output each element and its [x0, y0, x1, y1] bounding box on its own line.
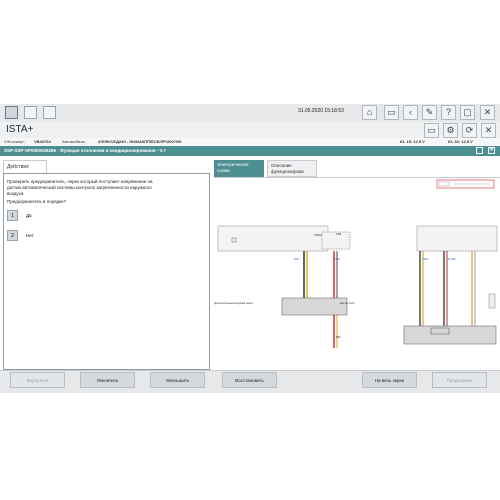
- tools-icon[interactable]: ✎: [422, 105, 437, 120]
- collapse-icon[interactable]: [476, 147, 483, 154]
- question: Предохранитель в порядке?: [7, 199, 67, 204]
- vehicle-info-bar: VIN-номер: VB40764 Автомобиль: 3'/E90/СЕ…: [0, 138, 500, 146]
- vin-value: VB40764: [34, 139, 51, 144]
- tab-2-icon[interactable]: [24, 106, 37, 119]
- diagram-label-2: F83: [336, 232, 342, 236]
- kl30-voltage: KL 30: 12.5 V: [448, 139, 473, 144]
- scroll-handle: [488, 293, 496, 309]
- datetime: 31.05.2020 15:18:53: [298, 108, 344, 114]
- module-box-right: [416, 225, 498, 252]
- print-icon[interactable]: ▭: [384, 105, 399, 120]
- answer-yes-label: Да: [26, 213, 32, 218]
- home-icon[interactable]: ⌂: [362, 105, 377, 120]
- app-titlebar: ISTA+ ▭ ⚙ ⟳ ✕: [0, 122, 500, 138]
- ssp-bar: SSP-SSP-SP0000026286 - Функция отопления…: [0, 146, 500, 156]
- wire-label-3: T9A5: [422, 257, 429, 261]
- vehicle-icon[interactable]: ▭: [424, 123, 439, 138]
- close-panel-icon[interactable]: ✕: [488, 147, 495, 154]
- wiring-diagram: K600r F83 Дополнительный водяной насос Д…: [214, 179, 498, 348]
- zoom-out-button[interactable]: Уменьшить: [150, 372, 205, 388]
- gear-icon[interactable]: ⚙: [443, 123, 458, 138]
- wire-label-4: B-TBA: [448, 257, 456, 261]
- help-icon[interactable]: ?: [441, 105, 456, 120]
- answer-no-button[interactable]: 2: [7, 230, 18, 241]
- app-title: ISTA+: [6, 124, 34, 135]
- tab-electrical-diagram[interactable]: Электрическая схема: [214, 160, 264, 177]
- wire-label-5: B50: [336, 335, 341, 339]
- car-label: Автомобиль:: [62, 139, 86, 144]
- reload-icon[interactable]: ⟳: [462, 123, 477, 138]
- fullscreen-button[interactable]: На весь экран: [362, 372, 417, 388]
- car-value: 3'/E90/СЕДАН/ - /N46/АКПП/ECE/ЛР/2007/06: [98, 139, 182, 144]
- tab-3-icon[interactable]: [43, 106, 56, 119]
- ssp-title: SSP-SSP-SP0000026286 - Функция отопления…: [4, 148, 166, 153]
- exit-icon[interactable]: ✕: [481, 123, 496, 138]
- restore-button[interactable]: Восстановить: [222, 372, 277, 388]
- diagram-pane: K600r F83 Дополнительный водяной насос Д…: [214, 177, 500, 371]
- module2-label: Датчик AUC: [340, 301, 355, 305]
- wire-label-1: 5/20: [294, 257, 300, 261]
- question-text: Проверить предохранитель, через который …: [7, 179, 153, 196]
- top-toolbar: 31.05.2020 15:18:53 ⌂ ▭ ‹ ✎ ? ▢ ✕: [0, 104, 500, 123]
- diagram-label-1: K600r: [314, 233, 322, 237]
- action-pane: Проверить предохранитель, через который …: [3, 173, 210, 370]
- answer-yes-button[interactable]: 1: [7, 210, 18, 221]
- answer-no-label: Нет: [26, 233, 34, 238]
- tab-action[interactable]: Действие: [3, 160, 47, 174]
- back-button[interactable]: Вернуться: [10, 372, 65, 388]
- module1-label: Дополнительный водяной насос: [214, 301, 254, 305]
- tab-function-description[interactable]: Описание функционирова: [267, 160, 317, 177]
- sensor-module: [281, 297, 348, 316]
- close-icon[interactable]: ✕: [480, 105, 495, 120]
- continue-button[interactable]: Продолжить: [432, 372, 487, 388]
- kl15-voltage: KL 15: 12.5 V: [400, 139, 425, 144]
- vin-label: VIN-номер:: [4, 139, 25, 144]
- wire-label-2: A262: [334, 257, 341, 261]
- back-icon[interactable]: ‹: [403, 105, 418, 120]
- module-right-lower: [403, 325, 497, 345]
- window-icon[interactable]: ▢: [460, 105, 475, 120]
- home-tab-icon[interactable]: [5, 106, 18, 119]
- module-box-left: [217, 225, 329, 252]
- zoom-in-button[interactable]: Увеличить: [80, 372, 135, 388]
